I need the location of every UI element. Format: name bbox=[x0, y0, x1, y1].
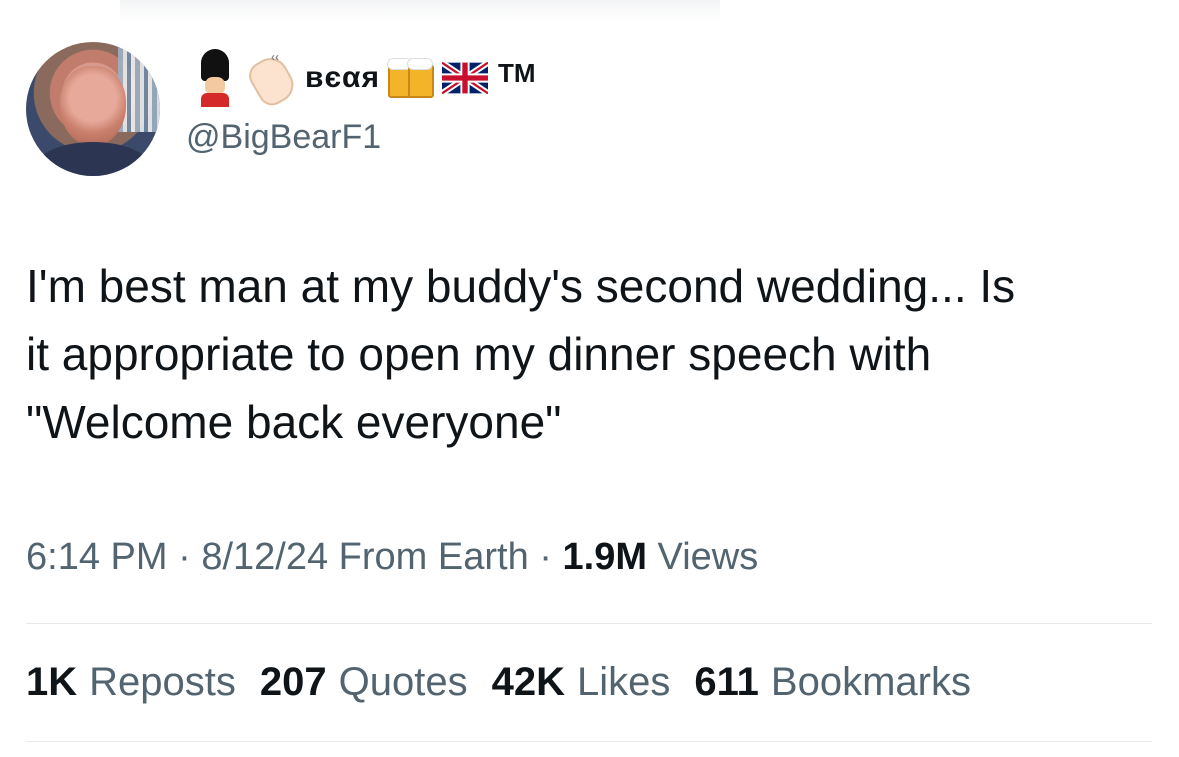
likes-stat[interactable]: 42K Likes bbox=[492, 660, 671, 705]
trademark-symbol: TM bbox=[497, 58, 536, 88]
tweet-line: "Welcome back everyone" bbox=[26, 396, 562, 448]
royal-guard-icon bbox=[193, 49, 237, 107]
meta-separator: · bbox=[178, 536, 191, 578]
views-count: 1.9M bbox=[562, 536, 647, 578]
divider bbox=[26, 623, 1152, 624]
display-name[interactable]: вєαя bbox=[305, 61, 380, 95]
tweet-line: it appropriate to open my dinner speech … bbox=[26, 328, 932, 380]
views-label: Views bbox=[657, 536, 759, 578]
bookmarks-count: 611 bbox=[694, 660, 759, 704]
divider bbox=[26, 741, 1152, 742]
top-fade bbox=[120, 0, 720, 22]
display-name-row[interactable]: ‹‹ вєαя TM bbox=[193, 48, 536, 111]
avatar-face bbox=[60, 66, 126, 146]
likes-count: 42K bbox=[491, 660, 565, 704]
tweet-source: From Earth bbox=[338, 536, 529, 578]
quotes-count: 207 bbox=[259, 660, 327, 704]
tweet-time[interactable]: 6:14 PM bbox=[26, 536, 168, 578]
reposts-label: Reposts bbox=[89, 660, 236, 704]
tweet-date[interactable]: 8/12/24 bbox=[201, 536, 328, 578]
tweet-text: I'm best man at my buddy's second weddin… bbox=[26, 252, 1136, 456]
quotes-label: Quotes bbox=[338, 660, 468, 704]
meta-separator: · bbox=[539, 536, 552, 578]
reposts-count: 1K bbox=[26, 660, 78, 704]
reposts-stat[interactable]: 1K Reposts bbox=[26, 660, 236, 705]
bookmarks-stat[interactable]: 611 Bookmarks bbox=[694, 660, 971, 705]
engagement-stats: 1K Reposts 207 Quotes 42K Likes 611 Book… bbox=[26, 660, 971, 705]
avatar-shirt bbox=[36, 142, 150, 176]
bookmarks-label: Bookmarks bbox=[770, 660, 971, 704]
user-handle[interactable]: @BigBearF1 bbox=[186, 118, 381, 157]
avatar[interactable] bbox=[26, 42, 160, 176]
tweet-line: I'm best man at my buddy's second weddin… bbox=[26, 260, 1016, 312]
beer-mugs-icon bbox=[386, 54, 436, 102]
quotes-stat[interactable]: 207 Quotes bbox=[260, 660, 468, 705]
union-jack-flag-icon bbox=[441, 62, 488, 94]
waving-hand-icon: ‹‹ bbox=[243, 50, 300, 111]
likes-label: Likes bbox=[577, 660, 671, 704]
tweet-meta: 6:14 PM · 8/12/24 From Earth · 1.9M View… bbox=[26, 536, 758, 579]
